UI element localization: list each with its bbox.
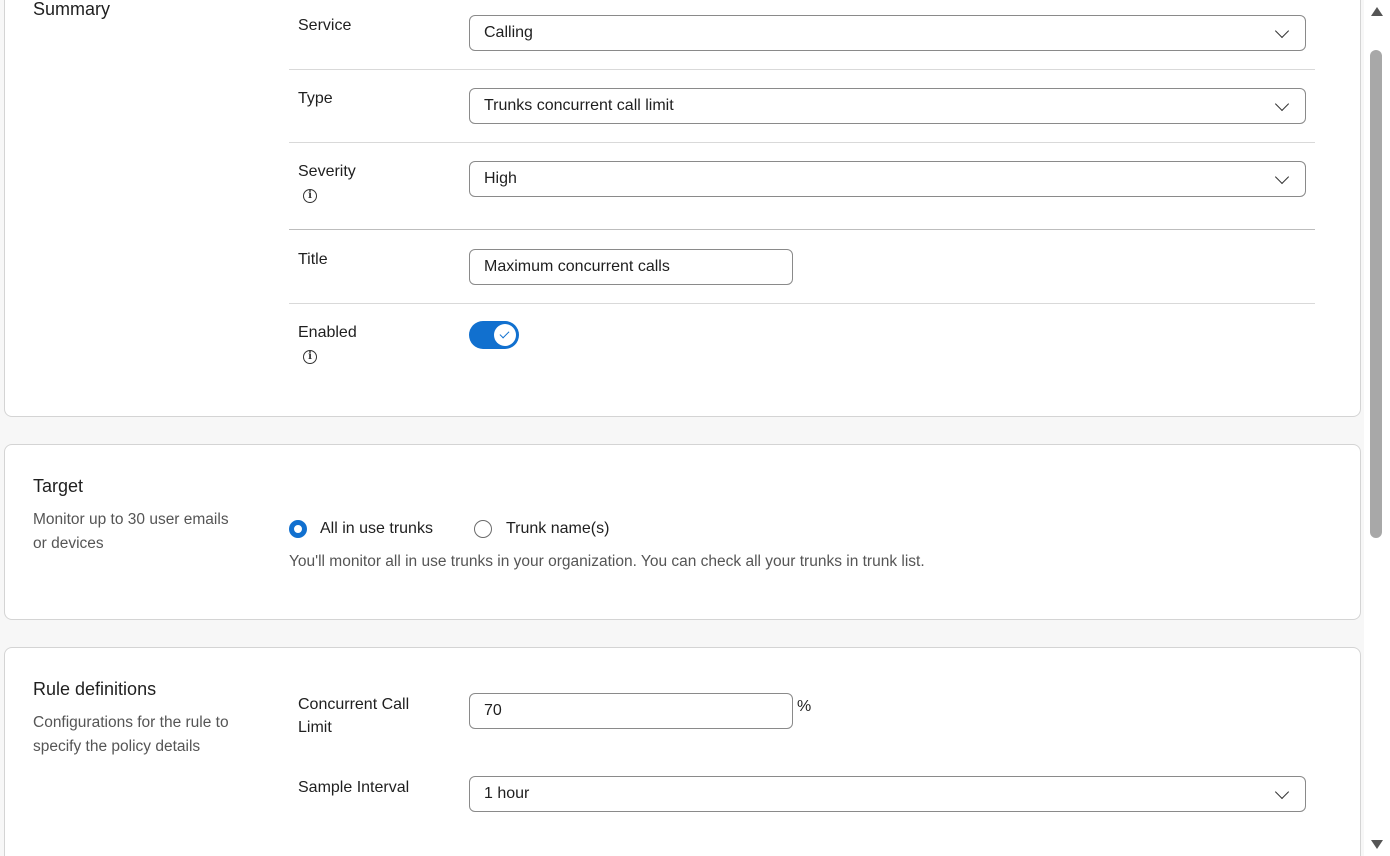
radio-label-all-in-use-trunks[interactable]: All in use trunks (320, 520, 433, 538)
type-select-value: Trunks concurrent call limit (484, 97, 674, 114)
type-label: Type (298, 90, 333, 107)
title-input[interactable] (469, 249, 793, 285)
divider (289, 142, 1315, 143)
service-label: Service (298, 17, 352, 34)
chevron-down-icon (1274, 169, 1290, 185)
target-help-text: You'll monitor all in use trunks in your… (289, 553, 925, 570)
target-description: Monitor up to 30 user emails or devices (33, 511, 229, 552)
type-select[interactable]: Trunks concurrent call limit (469, 88, 1306, 124)
rules-title: Rule definitions (33, 679, 157, 699)
chevron-down-icon (1274, 784, 1290, 800)
summary-title: Summary (33, 0, 111, 19)
severity-label: Severity (298, 163, 356, 180)
divider (289, 229, 1315, 230)
rules-description: Configurations for the rule to specify t… (33, 714, 229, 755)
radio-label-trunk-names[interactable]: Trunk name(s) (506, 520, 609, 538)
scroll-up-icon[interactable] (1371, 7, 1383, 16)
sample-interval-select[interactable]: 1 hour (469, 776, 1306, 812)
chevron-down-icon (1274, 23, 1290, 39)
sample-interval-value: 1 hour (484, 785, 530, 802)
concurrent-limit-input[interactable] (469, 693, 793, 729)
concurrent-limit-label: Concurrent Call Limit (298, 696, 410, 736)
service-select-value: Calling (484, 24, 533, 41)
check-icon (499, 328, 510, 339)
radio-all-in-use-trunks[interactable] (289, 520, 307, 538)
divider (289, 69, 1315, 70)
radio-trunk-names[interactable] (474, 520, 492, 538)
vertical-scrollbar[interactable] (1364, 0, 1390, 856)
enabled-label: Enabled (298, 324, 357, 341)
enabled-toggle[interactable] (469, 321, 519, 349)
chevron-down-icon (1274, 96, 1290, 112)
scroll-down-icon[interactable] (1371, 840, 1383, 849)
rules-card: Rule definitions Configurations for the … (4, 647, 1361, 856)
percent-unit: % (797, 698, 812, 715)
toggle-knob (494, 324, 516, 346)
sample-interval-label: Sample Interval (298, 779, 410, 796)
severity-select-value: High (484, 170, 517, 187)
service-select[interactable]: Calling (469, 15, 1306, 51)
summary-card: Summary Service Calling Type Trunks conc… (4, 0, 1361, 417)
title-label: Title (298, 251, 328, 268)
target-card: Target Monitor up to 30 user emails or d… (4, 444, 1361, 620)
severity-select[interactable]: High (469, 161, 1306, 197)
divider (289, 303, 1315, 304)
scroll-thumb[interactable] (1370, 50, 1382, 538)
severity-info-icon[interactable]: i (303, 189, 317, 203)
target-title: Target (33, 476, 84, 496)
enabled-info-icon[interactable]: i (303, 350, 317, 364)
